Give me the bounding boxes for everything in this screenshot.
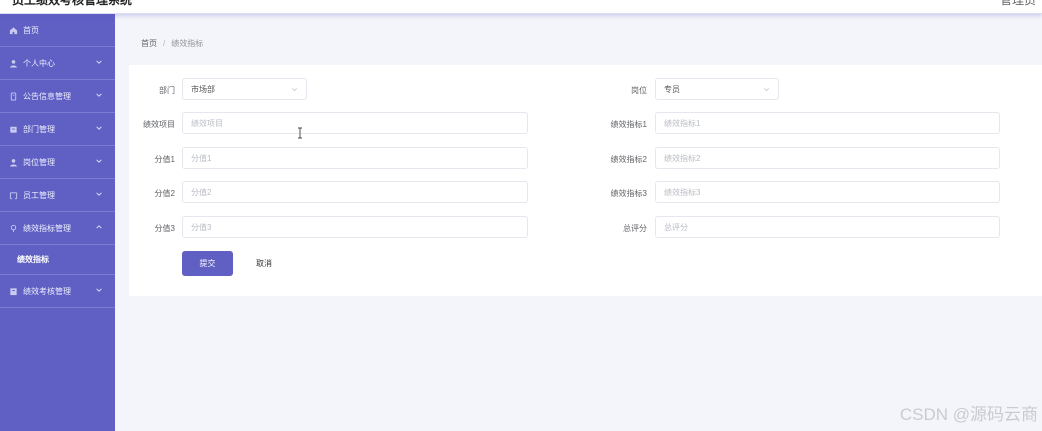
indicator1-input[interactable]: 绩效指标1 bbox=[655, 112, 1000, 134]
breadcrumb-home[interactable]: 首页 bbox=[141, 39, 157, 48]
chevron-down-icon bbox=[292, 88, 297, 92]
indicator2-input[interactable]: 绩效指标2 bbox=[655, 147, 1000, 169]
score3-input[interactable]: 分值3 bbox=[182, 216, 528, 238]
breadcrumb: 首页 / 绩效指标 bbox=[141, 38, 203, 49]
chevron-down-icon bbox=[96, 192, 102, 196]
sidebar-item-indicator[interactable]: 绩效指标管理 bbox=[0, 212, 115, 245]
text-cursor-icon bbox=[298, 127, 302, 139]
indicator3-input[interactable]: 绩效指标3 bbox=[655, 181, 1000, 203]
sidebar-item-personal-center[interactable]: 个人中心 bbox=[0, 47, 115, 80]
chevron-down-icon bbox=[96, 159, 102, 163]
position-label: 岗位 bbox=[631, 86, 647, 95]
sidebar-item-home[interactable]: 首页 bbox=[0, 14, 115, 47]
indicator2-label: 绩效指标2 bbox=[610, 155, 647, 164]
sidebar-item-label: 部门管理 bbox=[23, 124, 55, 134]
score2-label: 分值2 bbox=[154, 189, 175, 198]
total-label: 总评分 bbox=[623, 224, 647, 233]
sidebar-item-label: 绩效考核管理 bbox=[23, 286, 71, 296]
sidebar: 首页 个人中心 公告信息管理 部门管理 岗位管理 员工管理 绩效指标管理 绩效指… bbox=[0, 14, 115, 431]
score3-label: 分值3 bbox=[154, 224, 175, 233]
watermark: CSDN @源码云商 bbox=[899, 405, 1038, 424]
breadcrumb-separator: / bbox=[163, 39, 166, 48]
indicator-icon bbox=[8, 223, 18, 233]
sidebar-item-label: 公告信息管理 bbox=[23, 91, 71, 101]
position-value: 专员 bbox=[664, 84, 680, 94]
sidebar-item-label: 岗位管理 bbox=[23, 157, 55, 167]
sidebar-item-label: 个人中心 bbox=[23, 58, 55, 68]
score2-input[interactable]: 分值2 bbox=[182, 181, 528, 203]
chevron-down-icon bbox=[96, 60, 102, 64]
chevron-down-icon bbox=[96, 288, 102, 292]
department-value: 市场部 bbox=[191, 84, 215, 94]
chevron-up-icon bbox=[96, 225, 102, 229]
chevron-down-icon bbox=[764, 88, 769, 92]
sidebar-subitem-indicator[interactable]: 绩效指标 bbox=[0, 245, 115, 275]
department-select[interactable]: 市场部 bbox=[182, 78, 307, 100]
position-icon bbox=[8, 157, 18, 167]
chevron-down-icon bbox=[96, 93, 102, 97]
sidebar-item-department[interactable]: 部门管理 bbox=[0, 113, 115, 146]
score1-input[interactable]: 分值1 bbox=[182, 147, 528, 169]
top-bar: 员工绩效考核管理系统 管理员 bbox=[0, 0, 1042, 14]
sidebar-item-staff[interactable]: 员工管理 bbox=[0, 179, 115, 212]
sidebar-item-assessment[interactable]: 绩效考核管理 bbox=[0, 275, 115, 308]
assessment-icon bbox=[8, 286, 18, 296]
project-label: 绩效项目 bbox=[143, 120, 175, 129]
sidebar-item-notice[interactable]: 公告信息管理 bbox=[0, 80, 115, 113]
user-menu[interactable]: 管理员 bbox=[1000, 0, 1036, 8]
department-icon bbox=[8, 124, 18, 134]
indicator1-label: 绩效指标1 bbox=[610, 120, 647, 129]
home-icon bbox=[8, 25, 18, 35]
staff-icon bbox=[8, 190, 18, 200]
position-select[interactable]: 专员 bbox=[655, 78, 779, 100]
sidebar-item-position[interactable]: 岗位管理 bbox=[0, 146, 115, 179]
project-input[interactable]: 绩效项目 bbox=[182, 112, 528, 134]
indicator3-label: 绩效指标3 bbox=[610, 189, 647, 198]
sidebar-item-label: 员工管理 bbox=[23, 190, 55, 200]
app-title: 员工绩效考核管理系统 bbox=[12, 0, 133, 7]
notice-icon bbox=[8, 91, 18, 101]
user-icon bbox=[8, 58, 18, 68]
sidebar-item-label: 绩效指标管理 bbox=[23, 223, 71, 233]
department-label: 部门 bbox=[159, 86, 175, 95]
breadcrumb-current: 绩效指标 bbox=[171, 39, 204, 48]
sidebar-item-label: 首页 bbox=[23, 25, 39, 35]
chevron-down-icon bbox=[96, 126, 102, 130]
score1-label: 分值1 bbox=[154, 155, 175, 164]
submit-button[interactable]: 提交 bbox=[182, 251, 233, 276]
cancel-button[interactable]: 取消 bbox=[244, 251, 284, 276]
total-input[interactable]: 总评分 bbox=[655, 216, 1000, 238]
